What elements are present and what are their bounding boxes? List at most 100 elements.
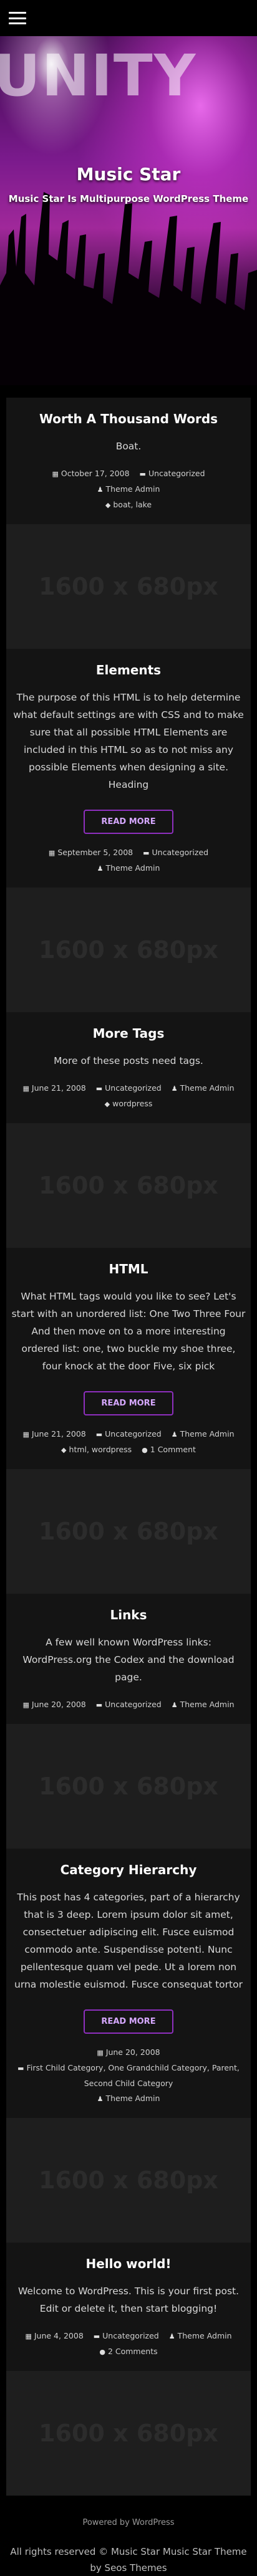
post-author[interactable]: Theme Admin <box>105 863 160 873</box>
user-icon: ♟ <box>171 1430 178 1439</box>
post-author[interactable]: Theme Admin <box>180 1083 235 1093</box>
folder-icon: ▬ <box>143 849 150 857</box>
post-card: HTML What HTML tags would you like to se… <box>6 1248 251 1594</box>
site-footer: Powered by WordPress All rights reserved… <box>0 2496 257 2576</box>
post-title[interactable]: Hello world! <box>6 2243 251 2282</box>
user-icon: ♟ <box>171 1085 178 1093</box>
post-title[interactable]: Worth A Thousand Words <box>6 398 251 438</box>
copyright-text: All rights reserved © Music Star Music S… <box>10 2546 247 2574</box>
tag-icon: ◆ <box>104 1100 110 1108</box>
read-more-button[interactable]: READ MORE <box>84 810 173 834</box>
hamburger-icon[interactable] <box>9 12 26 24</box>
post-thumbnail[interactable]: 1600 x 680px <box>6 888 251 1012</box>
powered-by-link[interactable]: Powered by WordPress <box>6 2518 251 2527</box>
post-comments[interactable]: 2 Comments <box>108 2347 158 2356</box>
tag-icon: ◆ <box>105 501 111 509</box>
user-icon: ♟ <box>97 2095 104 2103</box>
post-author[interactable]: Theme Admin <box>105 484 160 494</box>
post-tags[interactable]: boat, lake <box>113 500 152 509</box>
post-excerpt: Boat. <box>115 441 142 452</box>
post-date[interactable]: September 5, 2008 <box>57 848 133 857</box>
folder-icon: ▬ <box>93 2332 100 2340</box>
post-meta: ▦ June 21, 2008 ▬ Uncategorized ♟ Theme Adm… <box>6 1415 251 1458</box>
crowd-silhouette-image <box>0 192 257 385</box>
post-tags[interactable]: html, wordpress <box>69 1445 132 1454</box>
calendar-icon: ▦ <box>22 1430 29 1439</box>
post-date[interactable]: June 21, 2008 <box>32 1083 86 1093</box>
folder-icon: ▬ <box>95 1085 103 1093</box>
post-category[interactable]: First Child Category, One Grandchild Cat… <box>27 2063 240 2088</box>
read-more-button[interactable]: READ MORE <box>84 2009 173 2034</box>
post-category[interactable]: Uncategorized <box>105 1429 162 1439</box>
thumbnail-placeholder-text: 1600 x 680px <box>39 573 218 600</box>
post-thumbnail[interactable]: 1600 x 680px <box>6 1123 251 1248</box>
post-author[interactable]: Theme Admin <box>180 1429 235 1439</box>
post-card: Category Hierarchy This post has 4 categ… <box>6 1849 251 2243</box>
folder-icon: ▬ <box>17 2064 24 2072</box>
thumbnail-placeholder-text: 1600 x 680px <box>39 2420 218 2447</box>
post-author[interactable]: Theme Admin <box>180 1700 235 1709</box>
post-tags[interactable]: wordpress <box>112 1099 152 1108</box>
calendar-icon: ▦ <box>25 2332 32 2340</box>
post-author[interactable]: Theme Admin <box>178 2331 232 2340</box>
thumbnail-placeholder-text: 1600 x 680px <box>39 1773 218 1800</box>
post-thumbnail[interactable]: 1600 x 680px <box>6 524 251 649</box>
post-title[interactable]: Elements <box>6 649 251 689</box>
post-meta: ▦ June 20, 2008 ▬ First Child Category, On… <box>6 2034 251 2107</box>
post-card: Links A few well known WordPress links: … <box>6 1594 251 1849</box>
post-title[interactable]: HTML <box>6 1248 251 1288</box>
post-card: More Tags More of these posts need tags.… <box>6 1012 251 1248</box>
post-title[interactable]: Links <box>6 1594 251 1634</box>
read-more-button[interactable]: READ MORE <box>84 1391 173 1415</box>
post-thumbnail[interactable]: 1600 x 680px <box>6 1724 251 1849</box>
post-excerpt: The purpose of this HTML is to help dete… <box>13 692 244 790</box>
calendar-icon: ▦ <box>97 2049 104 2057</box>
calendar-icon: ▦ <box>52 470 59 478</box>
post-meta: ▦ September 5, 2008 ▬ Uncategorized ♟ Theme… <box>6 834 251 876</box>
post-meta: ▦ June 21, 2008 ▬ Uncategorized ♟ Theme Adm… <box>6 1070 251 1112</box>
user-icon: ♟ <box>97 486 104 494</box>
post-date[interactable]: June 21, 2008 <box>32 1429 86 1439</box>
site-title[interactable]: Music Star <box>0 164 257 184</box>
folder-icon: ▬ <box>95 1430 103 1439</box>
post-thumbnail[interactable]: 1600 x 680px <box>6 2118 251 2243</box>
comment-icon: ● <box>142 1446 148 1454</box>
post-date[interactable]: October 17, 2008 <box>61 469 130 478</box>
site-description: Music Star Is Multipurpose WordPress The… <box>8 193 249 204</box>
post-thumbnail[interactable]: 1600 x 680px <box>6 2371 251 2496</box>
post-author[interactable]: Theme Admin <box>105 2094 160 2103</box>
post-category[interactable]: Uncategorized <box>105 1700 162 1709</box>
user-icon: ♟ <box>97 864 104 873</box>
post-date[interactable]: June 4, 2008 <box>34 2331 84 2340</box>
folder-icon: ▬ <box>95 1701 103 1709</box>
top-bar <box>0 0 257 36</box>
folder-icon: ▬ <box>139 470 146 478</box>
tag-icon: ◆ <box>61 1446 67 1454</box>
post-comments[interactable]: 1 Comment <box>150 1445 196 1454</box>
post-category[interactable]: Uncategorized <box>152 848 209 857</box>
post-title[interactable]: More Tags <box>6 1012 251 1052</box>
post-date[interactable]: June 20, 2008 <box>32 1700 86 1709</box>
post-card: Hello world! Welcome to WordPress. This … <box>6 2243 251 2496</box>
post-category[interactable]: Uncategorized <box>102 2331 159 2340</box>
hero-banner: UNITY Music Star Music Star Is Multipurp… <box>0 36 257 385</box>
post-category[interactable]: Uncategorized <box>105 1083 162 1093</box>
user-icon: ♟ <box>168 2332 175 2340</box>
post-excerpt: What HTML tags would you like to see? Le… <box>11 1291 246 1372</box>
post-excerpt: This post has 4 categories, part of a hi… <box>14 1892 243 1990</box>
hero-text: Music Star Music Star Is Multipurpose Wo… <box>0 164 257 204</box>
calendar-icon: ▦ <box>48 849 56 857</box>
post-excerpt: More of these posts need tags. <box>54 1055 203 1066</box>
post-meta: ▦ June 4, 2008 ▬ Uncategorized ♟ Theme Admi… <box>6 2317 251 2360</box>
post-category[interactable]: Uncategorized <box>148 469 205 478</box>
thumbnail-placeholder-text: 1600 x 680px <box>39 936 218 964</box>
post-excerpt: A few well known WordPress links: WordPr… <box>22 1637 235 1683</box>
post-meta: ▦ June 20, 2008 ▬ Uncategorized ♟ Theme Adm… <box>6 1686 251 1713</box>
post-date[interactable]: June 20, 2008 <box>106 2047 160 2057</box>
post-title[interactable]: Category Hierarchy <box>6 1849 251 1889</box>
thumbnail-placeholder-text: 1600 x 680px <box>39 1518 218 1545</box>
hero-background-text: UNITY <box>0 42 197 109</box>
post-card: Worth A Thousand Words Boat. ▦ October 17… <box>6 398 251 649</box>
post-thumbnail[interactable]: 1600 x 680px <box>6 1469 251 1594</box>
post-excerpt: Welcome to WordPress. This is your first… <box>17 2286 240 2314</box>
